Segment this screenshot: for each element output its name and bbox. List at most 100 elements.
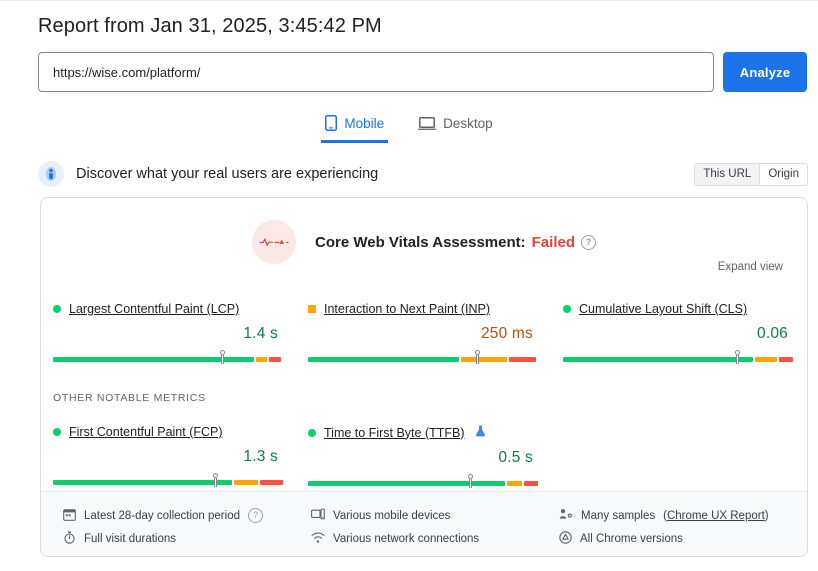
discover-row: Discover what your real users are experi…	[38, 161, 808, 187]
url-input[interactable]	[38, 52, 714, 92]
scope-this-url-button[interactable]: This URL	[695, 163, 761, 185]
metric-lcp-label[interactable]: Largest Contentful Paint (LCP)	[69, 302, 239, 316]
metric-ttfb-marker	[467, 474, 474, 488]
chrome-ux-report-link[interactable]: Chrome UX Report	[667, 510, 765, 522]
metric-inp-label[interactable]: Interaction to Next Paint (INP)	[324, 302, 490, 316]
tab-desktop[interactable]: Desktop	[414, 109, 497, 143]
other-metrics-heading: OTHER NOTABLE METRICS	[53, 392, 206, 404]
flask-icon	[475, 425, 486, 440]
rating-dot-good	[53, 305, 61, 313]
footer-label: Various mobile devices	[333, 509, 451, 522]
mobile-icon	[325, 115, 338, 131]
page-title: Report from Jan 31, 2025, 3:45:42 PM	[38, 15, 382, 37]
bar-segment-needs-improvement	[256, 357, 268, 362]
desktop-icon	[418, 115, 437, 131]
bar-segment-needs-improvement	[754, 357, 778, 362]
footer-label: All Chrome versions	[580, 532, 683, 545]
metric-inp-bar	[308, 350, 536, 365]
bar-segment-poor	[260, 480, 283, 485]
footer-link-wrap: (Chrome UX Report)	[663, 509, 769, 522]
metric-lcp-marker	[219, 350, 226, 364]
calendar-icon	[63, 508, 76, 524]
metric-inp-value: 250 ms	[480, 325, 533, 342]
help-icon[interactable]: ?	[581, 234, 596, 250]
metric-cls-value: 0.06	[757, 325, 788, 342]
metric-lcp-value: 1.4 s	[243, 325, 278, 342]
metric-lcp-head: Largest Contentful Paint (LCP)	[53, 302, 296, 316]
footer-item-devices: Various mobile devices	[311, 504, 559, 527]
bar-segment-needs-improvement	[506, 481, 523, 486]
psi-report-page: Report from Jan 31, 2025, 3:45:42 PM Ana…	[0, 0, 818, 571]
footer-column-collection: Latest 28-day collection period ? Full v…	[63, 504, 311, 556]
samples-icon	[559, 508, 573, 524]
metric-ttfb-label[interactable]: Time to First Byte (TTFB)	[324, 426, 465, 440]
devices-icon	[311, 508, 325, 524]
metric-ttfb-bar	[308, 474, 538, 489]
bar-segment-poor	[779, 357, 793, 362]
card-footer: Latest 28-day collection period ? Full v…	[41, 491, 807, 556]
tab-mobile-label: Mobile	[344, 115, 385, 131]
rating-square-needs-improvement	[308, 305, 316, 313]
metric-fcp-label[interactable]: First Contentful Paint (FCP)	[69, 425, 223, 439]
device-tabs: Mobile Desktop	[0, 109, 818, 143]
stopwatch-icon	[63, 531, 76, 547]
footer-item-samples: Many samples (Chrome UX Report)	[559, 504, 807, 527]
chrome-icon	[559, 530, 572, 547]
footer-label: Many samples	[581, 509, 656, 522]
metric-ttfb-value: 0.5 s	[498, 449, 533, 466]
footer-label: Various network connections	[333, 532, 480, 545]
metric-fcp: First Contentful Paint (FCP) 1.3 s	[41, 425, 296, 489]
metric-ttfb-head: Time to First Byte (TTFB)	[308, 425, 551, 440]
pulse-icon	[252, 220, 296, 264]
tab-mobile[interactable]: Mobile	[321, 109, 389, 143]
expand-view-link[interactable]: Expand view	[718, 261, 783, 273]
tab-desktop-label: Desktop	[443, 115, 493, 131]
wifi-icon	[311, 531, 325, 547]
metric-lcp: Largest Contentful Paint (LCP) 1.4 s	[41, 302, 296, 365]
metric-cls: Cumulative Layout Shift (CLS) 0.06	[551, 302, 806, 365]
core-web-vitals-assessment: Core Web Vitals Assessment: Failed ?	[41, 220, 807, 264]
metric-fcp-marker	[212, 473, 219, 487]
footer-item-chrome-versions: All Chrome versions	[559, 527, 807, 550]
metric-fcp-bar	[53, 473, 283, 488]
footer-column-samples: Many samples (Chrome UX Report) All Chro…	[559, 504, 807, 556]
rating-dot-good	[563, 305, 571, 313]
assessment-label: Core Web Vitals Assessment:	[315, 233, 526, 251]
assessment-text: Core Web Vitals Assessment: Failed ?	[315, 234, 596, 251]
rating-dot-good	[308, 428, 316, 437]
scope-origin-button[interactable]: Origin	[760, 163, 807, 185]
footer-column-devices: Various mobile devices Various network c…	[311, 504, 559, 556]
footer-label: Full visit durations	[84, 532, 177, 545]
bar-segment-poor	[269, 357, 281, 362]
footer-item-visit-durations: Full visit durations	[63, 527, 311, 550]
metric-lcp-bar	[53, 350, 281, 365]
bar-segment-good	[563, 357, 753, 362]
metric-cls-label[interactable]: Cumulative Layout Shift (CLS)	[579, 302, 747, 316]
bar-segment-poor	[524, 481, 538, 486]
scope-toggle: This URL Origin	[694, 162, 808, 186]
crux-card: Core Web Vitals Assessment: Failed ? Exp…	[40, 197, 808, 557]
analyze-button[interactable]: Analyze	[723, 52, 807, 92]
metric-cls-marker	[734, 350, 741, 364]
metric-inp: Interaction to Next Paint (INP) 250 ms	[296, 302, 551, 365]
bar-segment-needs-improvement	[233, 480, 259, 485]
status-badge: Failed	[531, 233, 575, 251]
bar-segment-good	[308, 357, 460, 362]
metric-fcp-value: 1.3 s	[243, 448, 278, 465]
other-metrics-row: First Contentful Paint (FCP) 1.3 s Time …	[41, 425, 807, 489]
footer-label: Latest 28-day collection period	[84, 509, 240, 522]
bar-segment-good	[53, 480, 232, 485]
discover-label: Discover what your real users are experi…	[76, 166, 379, 182]
metric-cls-bar	[563, 350, 793, 365]
footer-item-network: Various network connections	[311, 527, 559, 550]
url-analyze-row: Analyze	[38, 52, 808, 92]
bar-segment-needs-improvement	[461, 357, 507, 362]
metric-inp-marker	[474, 350, 481, 364]
bar-segment-poor	[508, 357, 536, 362]
field-data-icon	[38, 161, 64, 187]
metric-ttfb: Time to First Byte (TTFB) 0.5 s	[296, 425, 551, 489]
metric-cls-head: Cumulative Layout Shift (CLS)	[563, 302, 806, 316]
help-icon[interactable]: ?	[248, 508, 263, 523]
footer-item-collection-period: Latest 28-day collection period ?	[63, 504, 311, 527]
bar-segment-good	[308, 481, 505, 486]
